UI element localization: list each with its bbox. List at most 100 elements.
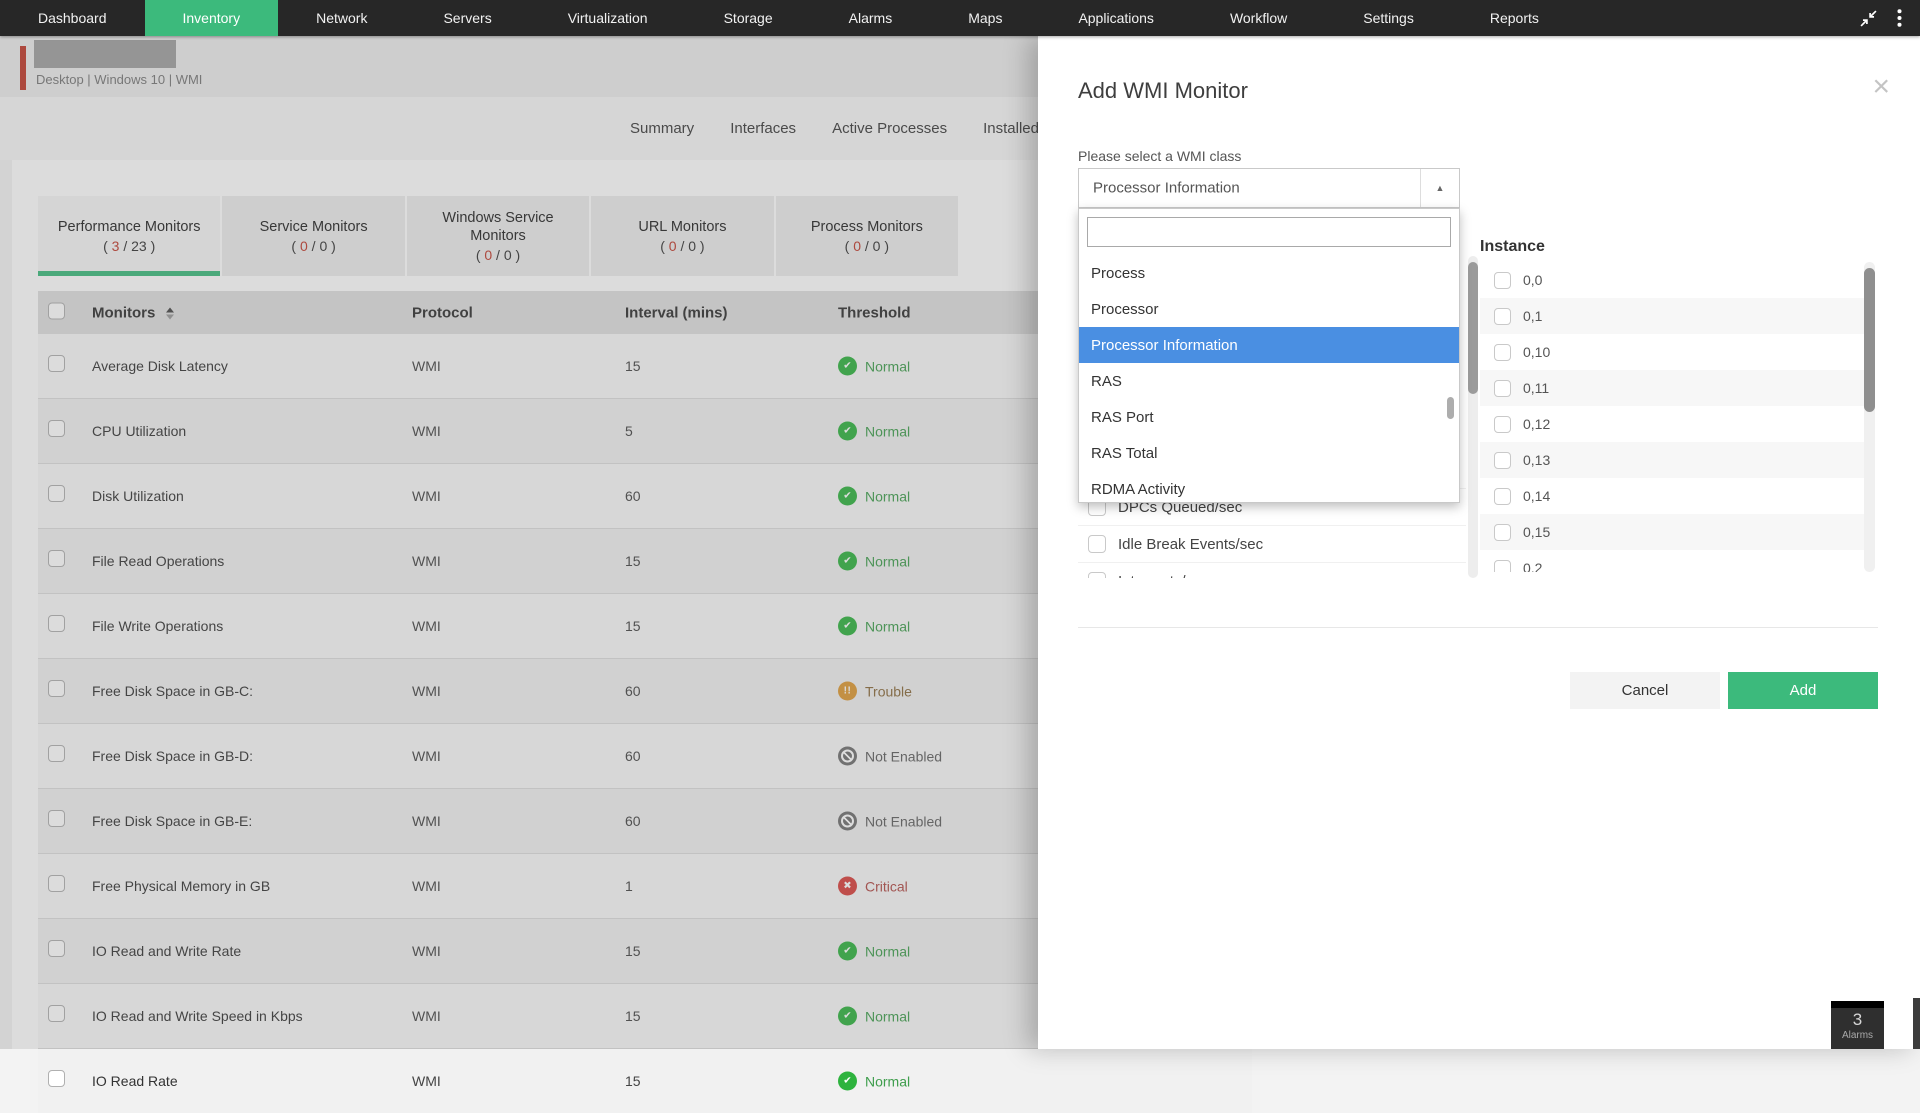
wmi-class-selected-value: Processor Information — [1093, 180, 1240, 197]
nav-item[interactable]: Workflow — [1192, 0, 1325, 36]
wmi-class-dropdown: Process Processor Processor Information … — [1078, 208, 1460, 503]
dropdown-option[interactable]: RAS Total — [1079, 435, 1459, 471]
instance-list: 0,0 0,1 0,10 0,11 0,12 0,13 0,14 0,15 0,… — [1480, 262, 1864, 572]
dropdown-search-input[interactable] — [1087, 217, 1451, 247]
instance-checkbox[interactable] — [1494, 272, 1511, 289]
instance-row[interactable]: 0,1 — [1480, 298, 1864, 334]
instance-checkbox[interactable] — [1494, 524, 1511, 541]
dropdown-option[interactable]: RAS Port — [1079, 399, 1459, 435]
row-checkbox[interactable] — [48, 1070, 65, 1092]
instance-row[interactable]: 0,0 — [1480, 262, 1864, 298]
collapse-icon[interactable] — [1860, 10, 1877, 27]
modal-backdrop[interactable] — [0, 36, 1038, 1049]
dropdown-option-label: RAS Port — [1091, 409, 1154, 426]
monitor-interval: 15 — [625, 1073, 641, 1089]
counter-checkbox[interactable] — [1088, 535, 1106, 553]
chevron-up-icon[interactable] — [1420, 169, 1459, 207]
nav-item-label: Dashboard — [38, 10, 107, 26]
counter-label: Interrupts/sec — [1118, 573, 1209, 579]
nav-item[interactable]: Inventory — [145, 0, 279, 36]
dropdown-option-label: RAS Total — [1091, 445, 1157, 462]
nav-item-label: Alarms — [849, 10, 893, 26]
alarms-label: Alarms — [1831, 1030, 1884, 1041]
cancel-button[interactable]: Cancel — [1570, 672, 1720, 709]
dropdown-option[interactable]: Process — [1079, 255, 1459, 291]
side-panel-edge — [1913, 998, 1920, 1049]
instance-checkbox[interactable] — [1494, 344, 1511, 361]
kebab-menu-icon[interactable] — [1897, 9, 1902, 27]
nav-item-label: Applications — [1078, 10, 1154, 26]
instance-label: 0,2 — [1523, 560, 1542, 572]
modal-title: Add WMI Monitor — [1078, 78, 1248, 104]
nav-item-label: Servers — [443, 10, 491, 26]
instance-checkbox[interactable] — [1494, 308, 1511, 325]
nav-item[interactable]: Alarms — [811, 0, 931, 36]
counters-scrollbar-thumb[interactable] — [1468, 262, 1478, 394]
nav-item-label: Settings — [1363, 10, 1414, 26]
table-row[interactable]: IO Read Rate WMI 15 Normal — [38, 1048, 1252, 1113]
add-button[interactable]: Add — [1728, 672, 1878, 709]
dropdown-option-label: Processor — [1091, 301, 1159, 318]
nav-item-label: Reports — [1490, 10, 1539, 26]
nav-item[interactable]: Settings — [1325, 0, 1452, 36]
dropdown-options: Process Processor Processor Information … — [1079, 255, 1459, 503]
instance-title: Instance — [1480, 238, 1545, 256]
close-icon[interactable]: × — [1872, 72, 1890, 102]
modal-divider — [1078, 627, 1878, 628]
instance-label: 0,15 — [1523, 524, 1550, 540]
instance-scrollbar[interactable] — [1864, 262, 1875, 572]
instance-row[interactable]: 0,13 — [1480, 442, 1864, 478]
dropdown-option[interactable]: RAS — [1079, 363, 1459, 399]
nav-item[interactable]: Reports — [1452, 0, 1577, 36]
status-label: Normal — [865, 1073, 910, 1089]
counter-row[interactable]: Interrupts/sec — [1078, 562, 1466, 578]
dropdown-option-label: RDMA Activity — [1091, 481, 1185, 498]
dropdown-option-label: Process — [1091, 265, 1145, 282]
instance-label: 0,10 — [1523, 344, 1550, 360]
monitor-threshold-status: Normal — [838, 1072, 910, 1091]
instance-row[interactable]: 0,12 — [1480, 406, 1864, 442]
counter-checkbox[interactable] — [1088, 572, 1106, 578]
nav-items: Dashboard Inventory Network Servers Virt… — [0, 0, 1577, 36]
nav-right-icons — [1860, 0, 1920, 36]
dropdown-option-label: Processor Information — [1091, 337, 1238, 354]
nav-item[interactable]: Applications — [1040, 0, 1192, 36]
status-icon — [838, 1072, 857, 1091]
wmi-class-select[interactable]: Processor Information — [1078, 168, 1460, 208]
nav-item[interactable]: Dashboard — [0, 0, 145, 36]
top-nav: Dashboard Inventory Network Servers Virt… — [0, 0, 1920, 36]
nav-item-label: Network — [316, 10, 367, 26]
instance-checkbox[interactable] — [1494, 560, 1511, 573]
instance-row[interactable]: 0,11 — [1480, 370, 1864, 406]
monitor-protocol: WMI — [412, 1073, 441, 1089]
counter-row[interactable]: Idle Break Events/sec — [1078, 525, 1466, 562]
instance-checkbox[interactable] — [1494, 488, 1511, 505]
monitor-name[interactable]: IO Read Rate — [92, 1073, 178, 1089]
dropdown-scrollbar-thumb[interactable] — [1447, 397, 1454, 419]
nav-item[interactable]: Virtualization — [530, 0, 686, 36]
instance-label: 0,12 — [1523, 416, 1550, 432]
nav-item-label: Workflow — [1230, 10, 1287, 26]
nav-item[interactable]: Storage — [686, 0, 811, 36]
counters-scrollbar[interactable] — [1468, 256, 1478, 578]
counter-label: Idle Break Events/sec — [1118, 536, 1263, 553]
dropdown-option[interactable]: RDMA Activity — [1079, 471, 1459, 503]
dropdown-option[interactable]: Processor Information — [1079, 327, 1459, 363]
instance-checkbox[interactable] — [1494, 380, 1511, 397]
instance-checkbox[interactable] — [1494, 452, 1511, 469]
instance-scrollbar-thumb[interactable] — [1864, 268, 1875, 412]
instance-row[interactable]: 0,2 — [1480, 550, 1864, 572]
instance-row[interactable]: 0,10 — [1480, 334, 1864, 370]
instance-checkbox[interactable] — [1494, 416, 1511, 433]
nav-item-label: Storage — [724, 10, 773, 26]
nav-item[interactable]: Maps — [930, 0, 1040, 36]
instance-label: 0,13 — [1523, 452, 1550, 468]
alarms-badge[interactable]: 3 Alarms — [1831, 1008, 1884, 1049]
nav-item[interactable]: Servers — [405, 0, 529, 36]
instance-label: 0,1 — [1523, 308, 1542, 324]
nav-item[interactable]: Network — [278, 0, 405, 36]
instance-row[interactable]: 0,14 — [1480, 478, 1864, 514]
nav-item-label: Maps — [968, 10, 1002, 26]
instance-row[interactable]: 0,15 — [1480, 514, 1864, 550]
dropdown-option[interactable]: Processor — [1079, 291, 1459, 327]
